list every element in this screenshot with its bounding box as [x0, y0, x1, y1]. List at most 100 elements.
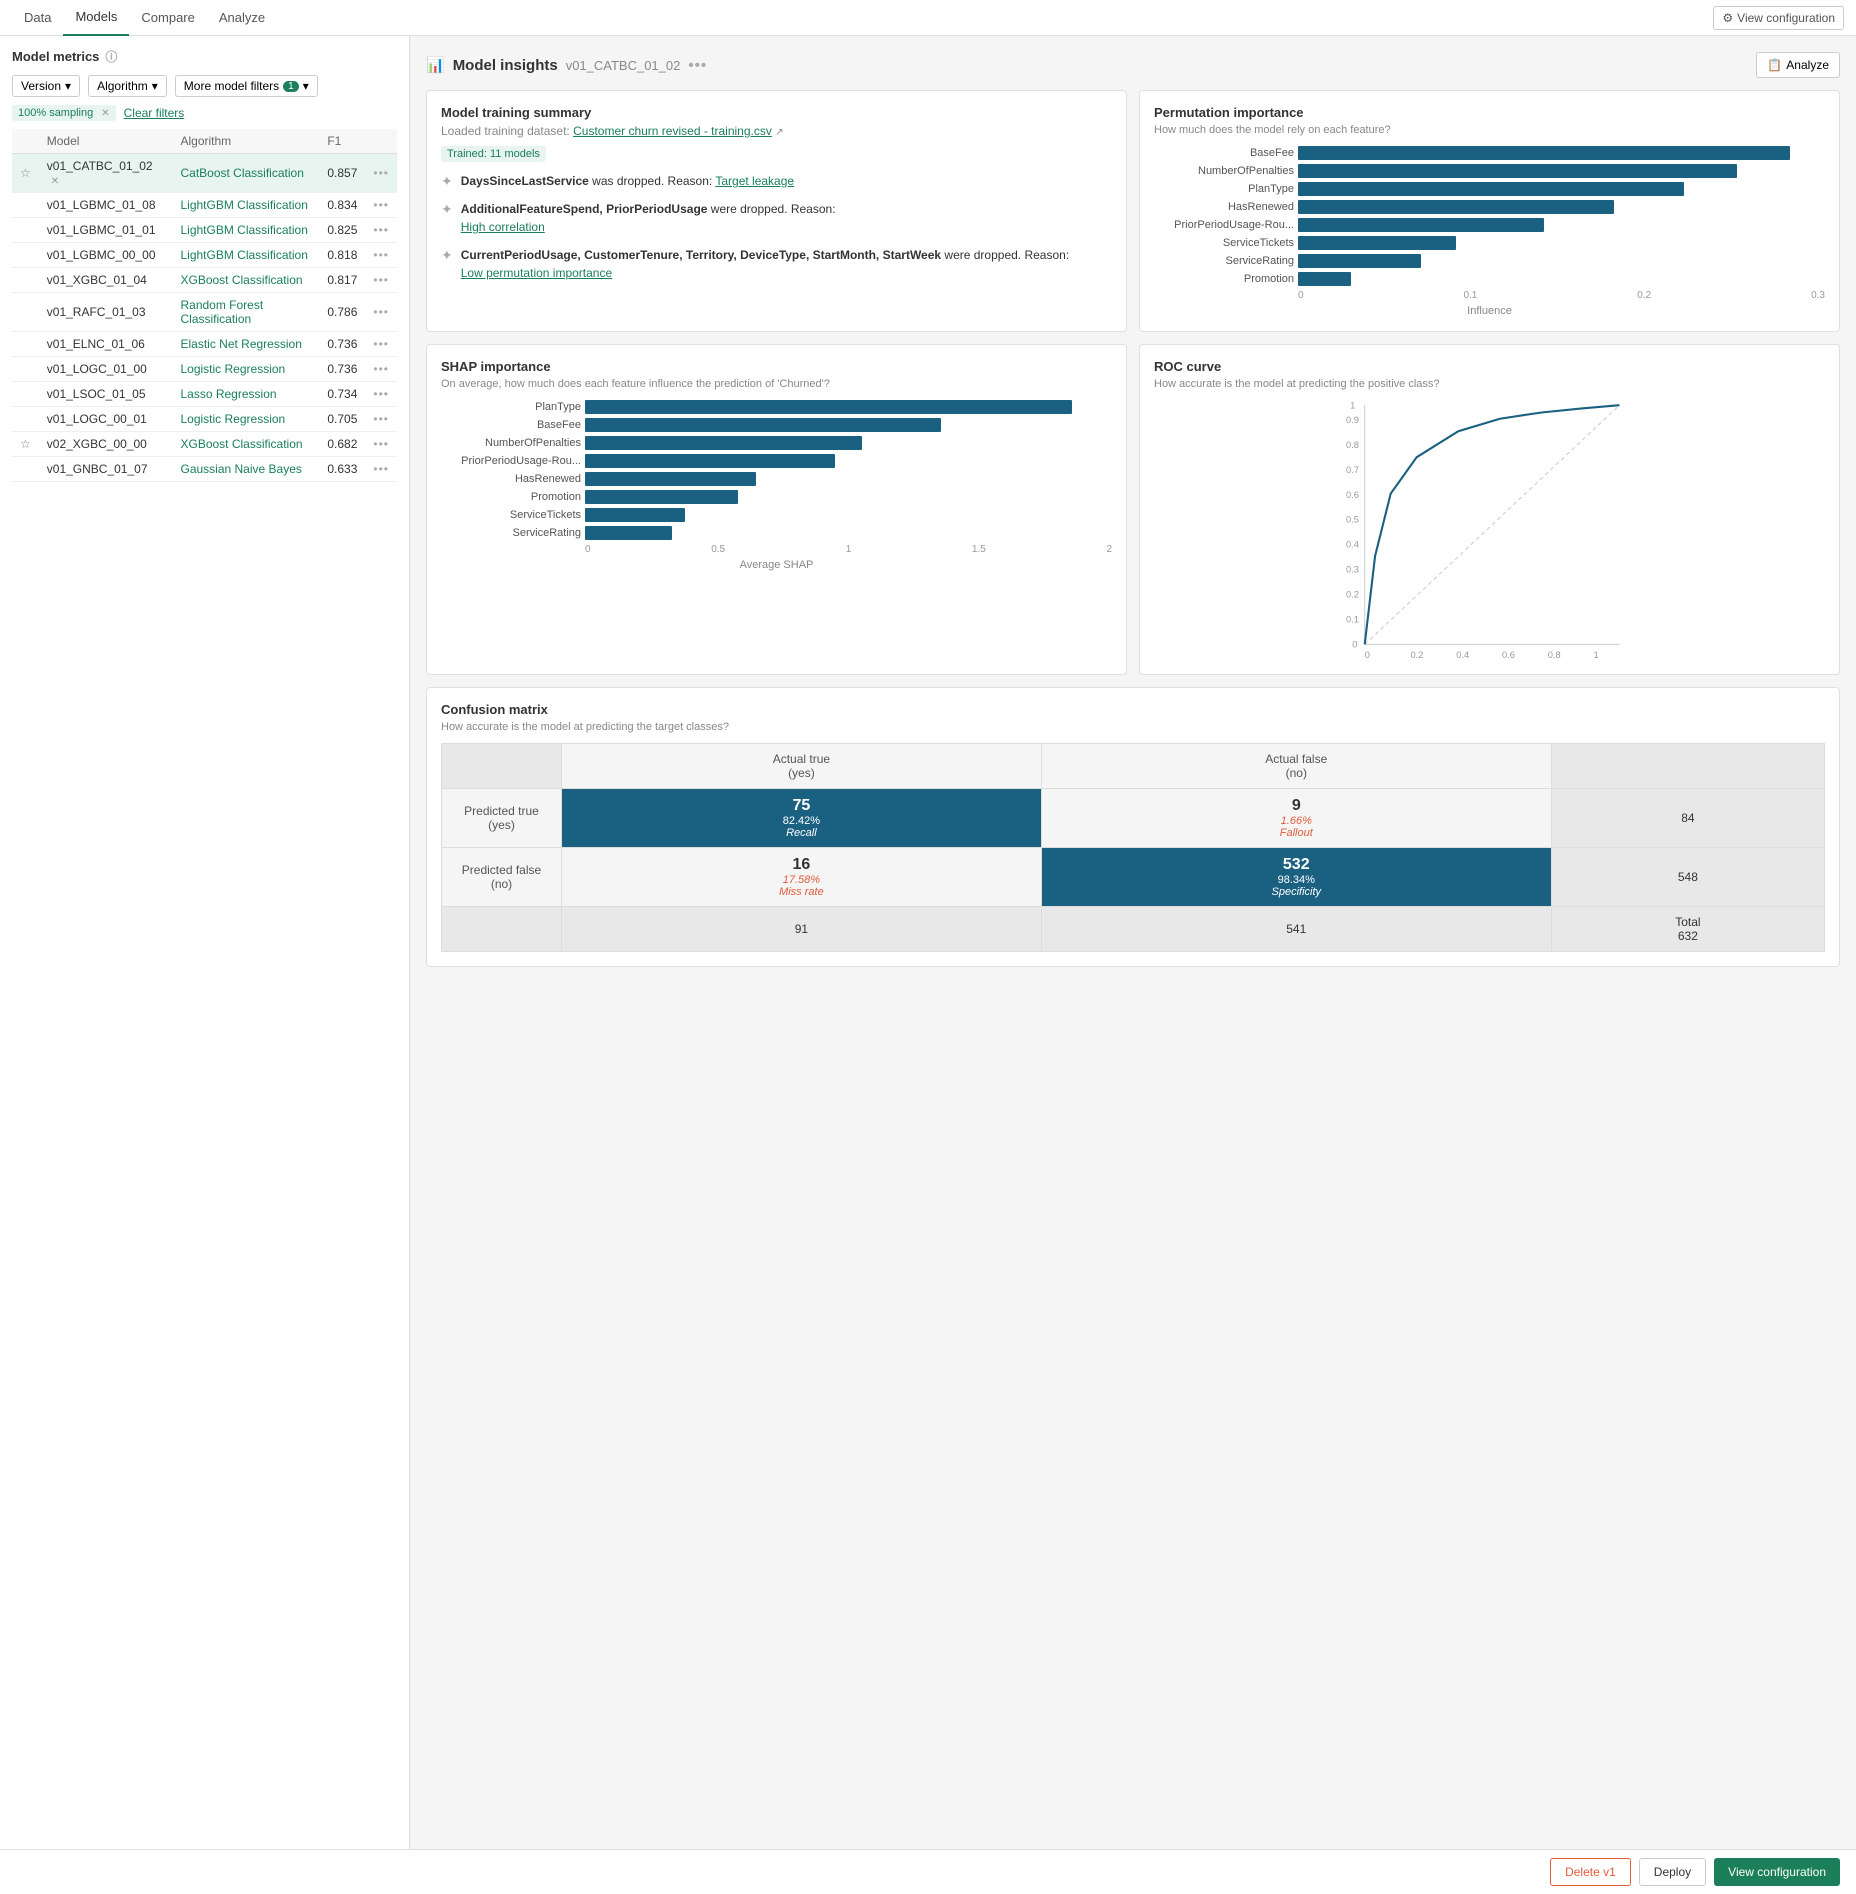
algorithm-link[interactable]: XGBoost Classification	[180, 437, 302, 451]
algorithm-link[interactable]: Random Forest Classification	[180, 298, 263, 326]
algorithm-link[interactable]: Gaussian Naive Bayes	[180, 462, 301, 476]
algorithm-link[interactable]: LightGBM Classification	[180, 248, 307, 262]
shap-bar-row: PriorPeriodUsage-Rou...	[441, 454, 1112, 468]
middle-cards-row: SHAP importance On average, how much doe…	[426, 344, 1840, 675]
algorithm-link[interactable]: Logistic Regression	[180, 412, 285, 426]
perm-importance-subtitle: How much does the model rely on each fea…	[1154, 124, 1825, 136]
perm-bar	[1298, 236, 1456, 250]
perm-bar-label: BaseFee	[1154, 147, 1294, 159]
table-row[interactable]: v01_XGBC_01_04XGBoost Classification0.81…	[12, 268, 397, 293]
cm-false-positive: 9 1.66% Fallout	[1041, 789, 1551, 848]
nav-analyze[interactable]: Analyze	[207, 0, 277, 36]
row-more-icon[interactable]: •••	[373, 166, 389, 180]
shap-axis-label: 1.5	[972, 544, 986, 555]
row-more-icon[interactable]: •••	[373, 437, 389, 451]
algorithm-link[interactable]: CatBoost Classification	[180, 166, 303, 180]
cm-col-header-true: Actual true(yes)	[562, 744, 1042, 789]
table-row[interactable]: v01_GNBC_01_07Gaussian Naive Bayes0.633•…	[12, 457, 397, 482]
high-correlation-link[interactable]: High correlation	[461, 220, 545, 234]
insights-menu-icon[interactable]: •••	[688, 57, 707, 74]
shap-bar-container	[585, 508, 1112, 522]
algorithm-link[interactable]: Lasso Regression	[180, 387, 276, 401]
perm-bar	[1298, 182, 1684, 196]
clear-filters-button[interactable]: Clear filters	[124, 106, 185, 120]
row-more-icon[interactable]: •••	[373, 305, 389, 319]
col-top-cell	[12, 193, 39, 218]
delete-button[interactable]: Delete v1	[1550, 1858, 1631, 1886]
shap-bar-container	[585, 454, 1112, 468]
table-row[interactable]: v01_LOGC_00_01Logistic Regression0.705••…	[12, 407, 397, 432]
shap-bar	[585, 436, 862, 450]
deploy-button[interactable]: Deploy	[1639, 1858, 1706, 1886]
row-more-icon[interactable]: •••	[373, 337, 389, 351]
table-row[interactable]: v01_LGBMC_01_01LightGBM Classification0.…	[12, 218, 397, 243]
dropped-icon-2: ✦	[441, 247, 453, 264]
shap-bar-label: NumberOfPenalties	[441, 437, 581, 449]
filter-row: Version ▾ Algorithm ▾ More model filters…	[12, 75, 397, 97]
col-actions	[365, 129, 397, 154]
svg-text:0.8: 0.8	[1548, 650, 1561, 660]
shap-bar	[585, 400, 1072, 414]
nav-models[interactable]: Models	[63, 0, 129, 36]
table-header-row: Model Algorithm F1	[12, 129, 397, 154]
row-more-icon[interactable]: •••	[373, 462, 389, 476]
more-filters-button[interactable]: More model filters 1 ▾	[175, 75, 318, 97]
row-more-icon[interactable]: •••	[373, 273, 389, 287]
dataset-prefix: Loaded training dataset:	[441, 124, 570, 138]
table-row[interactable]: v01_RAFC_01_03Random Forest Classificati…	[12, 293, 397, 332]
row-more-icon[interactable]: •••	[373, 362, 389, 376]
view-config-bottom-button[interactable]: View configuration	[1714, 1858, 1840, 1886]
row-more-icon[interactable]: •••	[373, 412, 389, 426]
svg-text:1: 1	[1594, 650, 1599, 660]
target-leakage-link[interactable]: Target leakage	[715, 174, 794, 188]
shap-bar-row: HasRenewed	[441, 472, 1112, 486]
svg-text:0.6: 0.6	[1346, 490, 1359, 500]
view-config-top-label: View configuration	[1737, 11, 1835, 25]
algorithm-filter-button[interactable]: Algorithm ▾	[88, 75, 167, 97]
algorithm-link[interactable]: Logistic Regression	[180, 362, 285, 376]
table-row[interactable]: ☆v01_CATBC_01_02 ✕CatBoost Classificatio…	[12, 154, 397, 193]
algorithm-link[interactable]: LightGBM Classification	[180, 198, 307, 212]
algorithm-link[interactable]: LightGBM Classification	[180, 223, 307, 237]
version-filter-button[interactable]: Version ▾	[12, 75, 80, 97]
shap-bar-label: Promotion	[441, 491, 581, 503]
perm-bar-container	[1298, 164, 1825, 178]
shap-bar	[585, 490, 738, 504]
training-summary-card: Model training summary Loaded training d…	[426, 90, 1127, 332]
perm-bar	[1298, 254, 1421, 268]
close-model-icon[interactable]: ✕	[51, 176, 59, 187]
nav-data[interactable]: Data	[12, 0, 63, 36]
table-row[interactable]: v01_LGBMC_01_08LightGBM Classification0.…	[12, 193, 397, 218]
row-more-icon[interactable]: •••	[373, 248, 389, 262]
shap-title: SHAP importance	[441, 359, 1112, 374]
nav-compare[interactable]: Compare	[129, 0, 206, 36]
chevron-down-icon-3: ▾	[303, 79, 309, 93]
perm-axis-label: 0.2	[1637, 290, 1651, 301]
dataset-link[interactable]: Customer churn revised - training.csv	[573, 124, 772, 138]
row-more-icon[interactable]: •••	[373, 198, 389, 212]
table-row[interactable]: ☆v02_XGBC_00_00XGBoost Classification0.6…	[12, 432, 397, 457]
table-row[interactable]: v01_LGBMC_00_00LightGBM Classification0.…	[12, 243, 397, 268]
table-row[interactable]: v01_LOGC_01_00Logistic Regression0.736••…	[12, 357, 397, 382]
low-perm-link[interactable]: Low permutation importance	[461, 266, 612, 280]
remove-sampling-icon[interactable]: ✕	[101, 108, 109, 119]
cm-totals-row: 91 541 Total632	[442, 907, 1825, 952]
view-config-top-button[interactable]: ⚙ View configuration	[1713, 6, 1844, 30]
fp-value: 9	[1050, 797, 1543, 815]
roc-chart: 0 0.1 0.2 0.3 0.4 0.5 0.6 0.7 0.8 0.9 1 …	[1154, 400, 1825, 660]
algorithm-link[interactable]: XGBoost Classification	[180, 273, 302, 287]
model-name-cell: v01_LOGC_00_01	[39, 407, 173, 432]
table-row[interactable]: v01_LSOC_01_05Lasso Regression0.734•••	[12, 382, 397, 407]
bottom-bar: Delete v1 Deploy View configuration	[0, 1849, 1856, 1894]
table-row[interactable]: v01_ELNC_01_06Elastic Net Regression0.73…	[12, 332, 397, 357]
svg-text:0: 0	[1365, 650, 1370, 660]
algorithm-link[interactable]: Elastic Net Regression	[180, 337, 301, 351]
row-more-icon[interactable]: •••	[373, 223, 389, 237]
col-top-cell	[12, 268, 39, 293]
f1-cell: 0.682	[319, 432, 365, 457]
f1-cell: 0.734	[319, 382, 365, 407]
analyze-button[interactable]: 📋 Analyze	[1756, 52, 1840, 78]
perm-bar-row: ServiceTickets	[1154, 236, 1825, 250]
left-panel: Model metrics ⓘ Version ▾ Algorithm ▾ Mo…	[0, 36, 410, 1894]
row-more-icon[interactable]: •••	[373, 387, 389, 401]
